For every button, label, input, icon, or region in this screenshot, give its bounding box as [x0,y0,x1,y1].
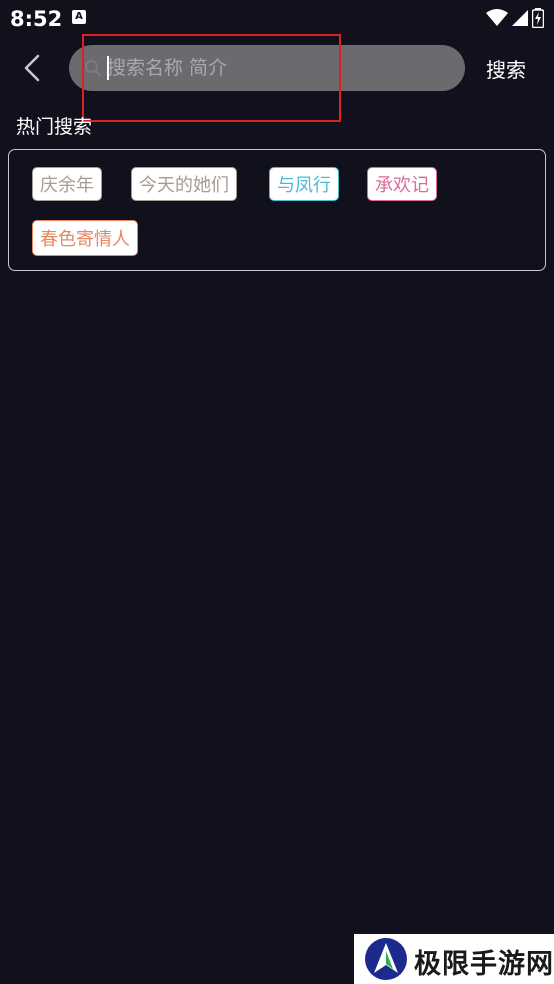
wifi-icon [486,9,508,26]
hot-tag[interactable]: 春色寄情人 [32,220,138,256]
hot-tag[interactable]: 今天的她们 [131,167,237,201]
hot-tag[interactable]: 与凤行 [269,167,339,201]
watermark: 极限手游网 [354,934,554,984]
notification-icon: A [72,10,86,24]
search-button[interactable]: 搜索 [486,54,526,83]
battery-icon [532,8,544,28]
status-time: 8:52 [10,7,63,31]
status-bar: 8:52 A [0,0,554,36]
back-button[interactable] [14,48,50,88]
status-icons [486,8,544,28]
highlight-box [82,34,341,122]
hot-search-title: 热门搜索 [16,116,93,138]
chevron-left-icon [24,54,40,82]
site-logo-icon [365,938,407,980]
notification-letter: A [75,11,83,22]
hot-tag[interactable]: 承欢记 [367,167,437,201]
signal-icon [512,10,528,26]
watermark-text: 极限手游网 [414,949,554,980]
hot-tag[interactable]: 庆余年 [32,167,102,201]
hot-search-panel: 庆余年 今天的她们 与凤行 承欢记 春色寄情人 [8,149,546,271]
